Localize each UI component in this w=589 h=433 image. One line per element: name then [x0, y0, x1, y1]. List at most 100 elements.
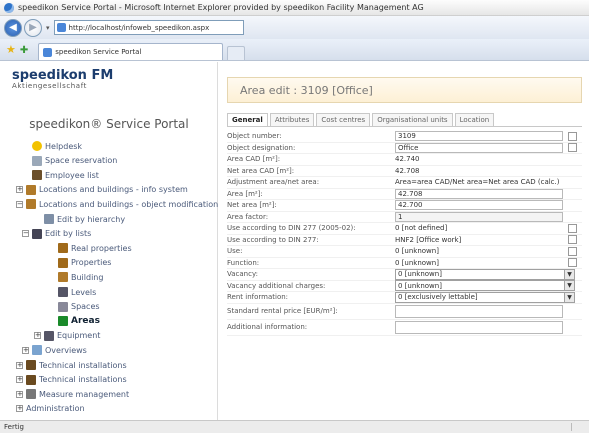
sidebar-item[interactable]: + Technical installations — [16, 360, 127, 370]
page-icon — [43, 47, 53, 57]
building-icon — [58, 272, 68, 283]
internet-explorer-icon — [4, 2, 14, 13]
sidebar-item[interactable]: − Locations and buildings - object modifi… — [16, 199, 218, 210]
property-icon — [58, 243, 68, 254]
new-tab-button[interactable] — [227, 46, 246, 60]
tab-general[interactable]: General — [227, 113, 268, 126]
lookup-checkbox[interactable] — [568, 258, 577, 268]
field-label: Rent information: — [227, 293, 289, 302]
sidebar-item[interactable]: Helpdesk — [32, 141, 82, 151]
text-input[interactable] — [395, 304, 563, 318]
levels-icon — [58, 287, 68, 297]
dropdown-arrow-icon[interactable]: ▼ — [564, 281, 574, 291]
select-field[interactable]: 0 [unknown] ▼ — [395, 268, 575, 280]
window-titlebar: speedikon Service Portal - Microsoft Int… — [0, 0, 589, 16]
sidebar-item-label: Technical installations — [39, 360, 127, 370]
window-title: speedikon Service Portal - Microsoft Int… — [18, 3, 424, 12]
sidebar-item[interactable]: Real properties — [58, 243, 132, 254]
sidebar-item[interactable]: + Equipment — [34, 330, 101, 341]
sidebar-item-label: Equipment — [57, 331, 101, 341]
expand-toggle-icon[interactable]: + — [34, 332, 41, 340]
navigation-tree: Helpdesk Space reservation Employee list + L… — [0, 62, 218, 420]
text-input[interactable]: Office — [395, 142, 563, 153]
resize-grip[interactable] — [571, 423, 585, 431]
select-value: 0 [unknown] — [398, 281, 442, 290]
text-input[interactable]: 3109 — [395, 131, 563, 142]
hierarchy-icon — [44, 214, 54, 224]
page-icon — [56, 23, 66, 32]
tab-organisational-units[interactable]: Organisational units — [372, 113, 453, 126]
lookup-checkbox[interactable] — [568, 143, 577, 153]
sidebar-item[interactable]: Spaces — [58, 301, 100, 312]
readonly-value: HNF2 [Office work] — [395, 235, 462, 244]
favorites-star-icon[interactable]: ★ — [6, 43, 16, 56]
field-label: Vacancy additional charges: — [227, 281, 326, 290]
select-value: 0 [exclusively lettable] — [398, 293, 478, 302]
form-row: Standard rental price [EUR/m²]: — [227, 304, 582, 320]
expand-toggle-icon[interactable]: + — [16, 404, 23, 412]
history-dropdown-icon[interactable]: ▾ — [46, 24, 50, 32]
expand-toggle-icon[interactable]: + — [16, 376, 23, 384]
sidebar-item[interactable]: + Technical installations — [16, 374, 127, 385]
form-row: Area factor: 1 — [227, 211, 582, 223]
expand-toggle-icon[interactable]: − — [22, 230, 29, 238]
content-tabs: General Attributes Cost centres Organisatio… — [227, 113, 582, 127]
text-input[interactable]: 1 — [395, 211, 563, 222]
field-label: Net area [m²]: — [227, 201, 277, 210]
expand-toggle-icon[interactable]: + — [16, 390, 23, 398]
form-row: Use according to DIN 277: HNF2 [Office wo… — [227, 235, 582, 246]
lookup-checkbox[interactable] — [568, 131, 577, 141]
select-field[interactable]: 0 [unknown] ▼ — [395, 280, 575, 292]
measure-icon — [26, 389, 36, 400]
forward-button[interactable]: ▶ — [24, 18, 42, 37]
sidebar-item[interactable]: + Measure management — [16, 389, 129, 400]
text-input[interactable] — [395, 320, 563, 334]
text-input[interactable]: 42.708 — [395, 188, 563, 199]
sidebar-item[interactable]: Areas — [58, 316, 100, 327]
sidebar-item-label: Properties — [71, 258, 112, 268]
sidebar-item[interactable]: + Administration — [16, 404, 85, 413]
person-icon — [32, 170, 42, 181]
sidebar-item[interactable]: Employee list — [32, 170, 99, 181]
area-edit-form: Object number: 3109 Object designation: Off… — [227, 131, 582, 336]
sidebar-item[interactable]: Edit by hierarchy — [44, 214, 125, 224]
area-icon — [58, 316, 68, 327]
sidebar-item[interactable]: + Locations and buildings - info system — [16, 184, 188, 195]
dropdown-arrow-icon[interactable]: ▼ — [564, 292, 574, 302]
lookup-checkbox[interactable] — [568, 235, 577, 245]
add-favorite-icon[interactable]: ✚ — [20, 45, 28, 56]
tab-location[interactable]: Location — [454, 113, 495, 126]
expand-toggle-icon[interactable]: + — [16, 361, 23, 369]
dropdown-arrow-icon[interactable]: ▼ — [564, 269, 574, 279]
address-field[interactable]: http://localhost/infoweb_speedikon.aspx — [53, 20, 244, 35]
expand-toggle-icon[interactable]: + — [22, 346, 29, 354]
sidebar-item[interactable]: Building — [58, 272, 103, 283]
text-input[interactable]: 42.700 — [395, 200, 563, 211]
sidebar-item[interactable]: + Overviews — [22, 345, 87, 356]
expand-toggle-icon[interactable]: + — [16, 186, 23, 194]
sidebar-item[interactable]: Levels — [58, 287, 96, 297]
field-label: Adjustment area/net area: — [227, 178, 320, 187]
lookup-checkbox[interactable] — [568, 223, 577, 233]
tab-cost-centres[interactable]: Cost centres — [316, 113, 371, 126]
lookup-checkbox[interactable] — [568, 246, 577, 256]
sidebar-item-label: Levels — [71, 287, 97, 297]
sidebar-item[interactable]: Space reservation — [32, 155, 117, 166]
form-row: Function: 0 [unknown] — [227, 258, 582, 269]
browser-tab[interactable]: speedikon Service Portal — [38, 43, 224, 60]
form-row: Rent information: 0 [exclusively lettable… — [227, 291, 582, 304]
building-icon — [26, 184, 36, 195]
sidebar-item[interactable]: Properties — [58, 257, 112, 268]
field-label: Area [m²]: — [227, 189, 263, 198]
select-value: 0 [unknown] — [398, 270, 442, 279]
sidebar-item[interactable]: − Edit by lists — [22, 228, 91, 239]
tab-attributes[interactable]: Attributes — [269, 113, 315, 126]
sidebar-item-label: Areas — [71, 316, 100, 327]
back-button[interactable]: ◀ — [4, 18, 22, 37]
field-label: Area CAD [m²]: — [227, 155, 281, 164]
form-row: Net area [m²]: 42.700 — [227, 200, 582, 212]
select-field[interactable]: 0 [exclusively lettable] ▼ — [395, 291, 575, 303]
form-row: Additional information: — [227, 320, 582, 336]
expand-toggle-icon[interactable]: − — [16, 200, 23, 208]
browser-tab-title: speedikon Service Portal — [55, 48, 142, 56]
